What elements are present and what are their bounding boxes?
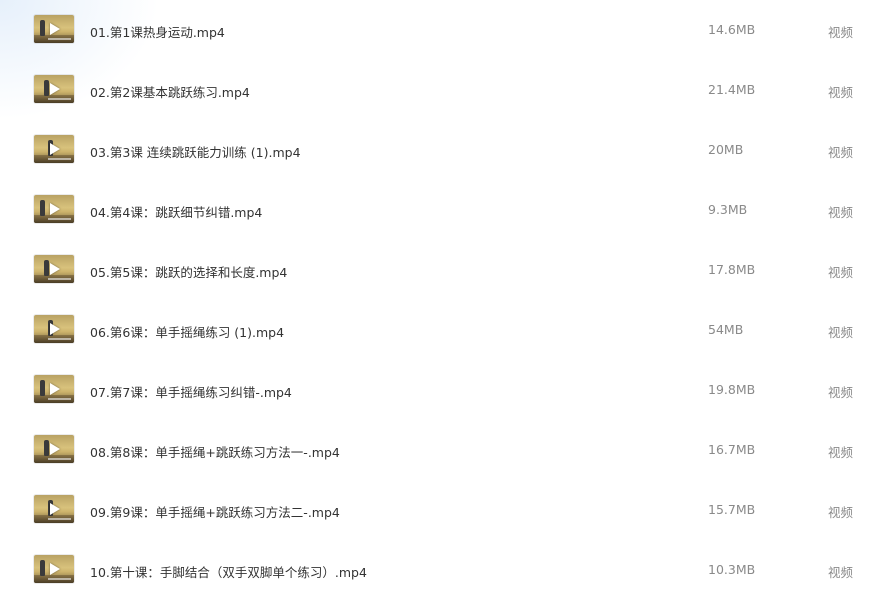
video-thumbnail[interactable] <box>34 135 74 163</box>
play-icon[interactable] <box>50 503 60 515</box>
file-type: 视频 <box>828 565 854 580</box>
file-size: 9.3MB <box>708 202 748 217</box>
file-name[interactable]: 01.第1课热身运动.mp4 <box>90 22 225 41</box>
thumbnail-caption <box>48 98 71 100</box>
file-type: 视频 <box>828 145 854 160</box>
file-list: 01.第1课热身运动.mp4 14.6MB 视频 02.第2课基本跳跃练习.mp4 21… <box>0 0 881 594</box>
file-name[interactable]: 08.第8课：单手摇绳+跳跃练习方法一-.mp4 <box>90 442 340 461</box>
video-thumbnail[interactable] <box>34 15 74 43</box>
file-size: 54MB <box>708 322 744 337</box>
file-name[interactable]: 07.第7课：单手摇绳练习纠错-.mp4 <box>90 382 292 401</box>
file-size: 21.4MB <box>708 82 756 97</box>
file-row[interactable]: 09.第9课：单手摇绳+跳跃练习方法二-.mp4 15.7MB 视频 <box>0 495 881 555</box>
thumbnail-person <box>44 260 49 276</box>
video-thumbnail[interactable] <box>34 495 74 523</box>
file-name[interactable]: 04.第4课：跳跃细节纠错.mp4 <box>90 202 262 221</box>
file-row[interactable]: 01.第1课热身运动.mp4 14.6MB 视频 <box>0 15 881 75</box>
thumbnail-caption <box>48 278 71 280</box>
file-name[interactable]: 09.第9课：单手摇绳+跳跃练习方法二-.mp4 <box>90 502 340 521</box>
play-icon[interactable] <box>50 323 60 335</box>
thumbnail-person <box>40 20 45 36</box>
thumbnail-caption <box>48 218 71 220</box>
video-thumbnail[interactable] <box>34 555 74 583</box>
file-name[interactable]: 02.第2课基本跳跃练习.mp4 <box>90 82 250 101</box>
file-size: 17.8MB <box>708 262 756 277</box>
file-row[interactable]: 04.第4课：跳跃细节纠错.mp4 9.3MB 视频 <box>0 195 881 255</box>
play-icon[interactable] <box>50 203 60 215</box>
video-thumbnail[interactable] <box>34 435 74 463</box>
play-icon[interactable] <box>50 263 60 275</box>
file-row[interactable]: 05.第5课：跳跃的选择和长度.mp4 17.8MB 视频 <box>0 255 881 315</box>
video-thumbnail[interactable] <box>34 375 74 403</box>
video-thumbnail[interactable] <box>34 255 74 283</box>
file-row[interactable]: 03.第3课 连续跳跃能力训练 (1).mp4 20MB 视频 <box>0 135 881 195</box>
play-icon[interactable] <box>50 383 60 395</box>
file-size: 16.7MB <box>708 442 756 457</box>
file-row[interactable]: 08.第8课：单手摇绳+跳跃练习方法一-.mp4 16.7MB 视频 <box>0 435 881 495</box>
file-row[interactable]: 10.第十课：手脚结合（双手双脚单个练习）.mp4 10.3MB 视频 <box>0 555 881 615</box>
play-icon[interactable] <box>50 83 60 95</box>
file-type: 视频 <box>828 505 854 520</box>
file-type: 视频 <box>828 265 854 280</box>
file-name[interactable]: 10.第十课：手脚结合（双手双脚单个练习）.mp4 <box>90 562 367 581</box>
thumbnail-caption <box>48 338 71 340</box>
file-size: 19.8MB <box>708 382 756 397</box>
thumbnail-person <box>40 560 45 576</box>
file-type: 视频 <box>828 445 854 460</box>
video-thumbnail[interactable] <box>34 195 74 223</box>
file-type: 视频 <box>828 385 854 400</box>
play-icon[interactable] <box>50 563 60 575</box>
file-row[interactable]: 07.第7课：单手摇绳练习纠错-.mp4 19.8MB 视频 <box>0 375 881 435</box>
file-type: 视频 <box>828 85 854 100</box>
file-name[interactable]: 05.第5课：跳跃的选择和长度.mp4 <box>90 262 287 281</box>
video-thumbnail[interactable] <box>34 75 74 103</box>
play-icon[interactable] <box>50 443 60 455</box>
file-size: 20MB <box>708 142 744 157</box>
thumbnail-caption <box>48 578 71 580</box>
play-icon[interactable] <box>50 23 60 35</box>
thumbnail-person <box>40 200 45 216</box>
thumbnail-caption <box>48 38 71 40</box>
thumbnail-person <box>44 80 49 96</box>
file-size: 14.6MB <box>708 22 756 37</box>
file-row[interactable]: 02.第2课基本跳跃练习.mp4 21.4MB 视频 <box>0 75 881 135</box>
file-name[interactable]: 03.第3课 连续跳跃能力训练 (1).mp4 <box>90 142 301 161</box>
thumbnail-caption <box>48 398 71 400</box>
file-size: 10.3MB <box>708 562 756 577</box>
file-row[interactable]: 06.第6课：单手摇绳练习 (1).mp4 54MB 视频 <box>0 315 881 375</box>
play-icon[interactable] <box>50 143 60 155</box>
thumbnail-caption <box>48 458 71 460</box>
file-size: 15.7MB <box>708 502 756 517</box>
video-thumbnail[interactable] <box>34 315 74 343</box>
thumbnail-person <box>40 380 45 396</box>
file-name[interactable]: 06.第6课：单手摇绳练习 (1).mp4 <box>90 322 284 341</box>
thumbnail-caption <box>48 518 71 520</box>
file-type: 视频 <box>828 325 854 340</box>
file-type: 视频 <box>828 25 854 40</box>
file-type: 视频 <box>828 205 854 220</box>
thumbnail-caption <box>48 158 71 160</box>
thumbnail-person <box>44 440 49 456</box>
